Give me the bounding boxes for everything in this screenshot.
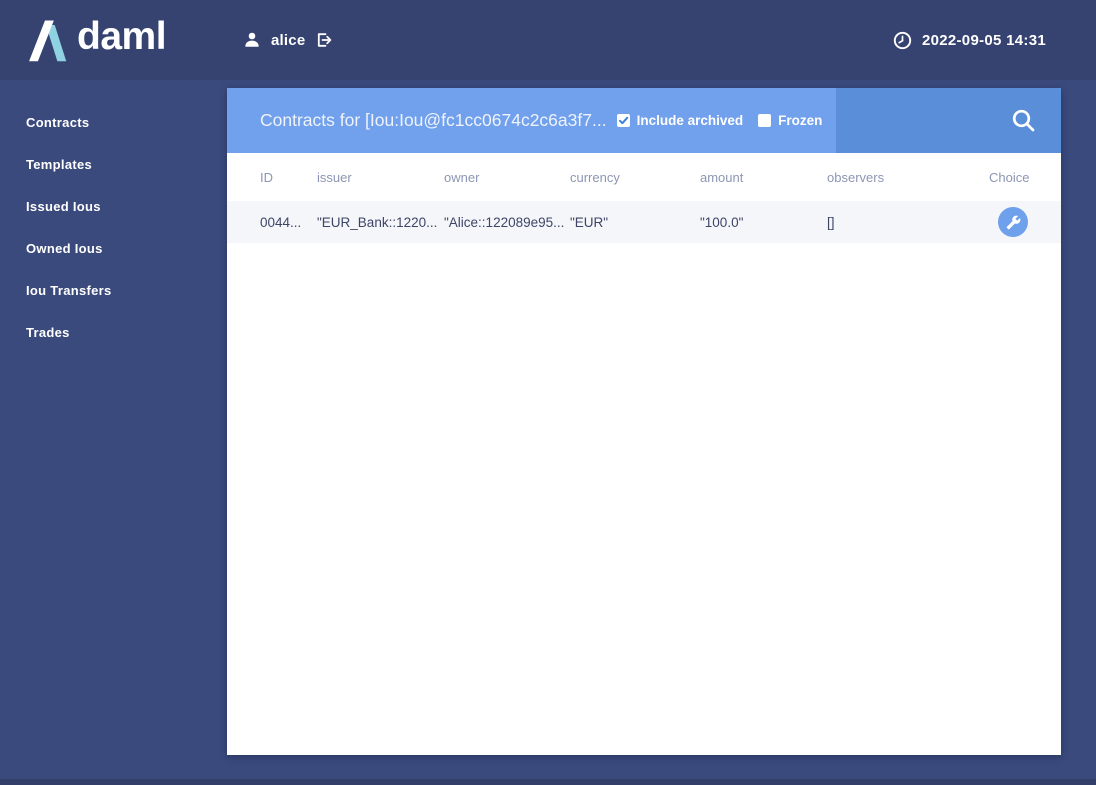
sign-out-icon — [318, 33, 332, 47]
sidebar-item-trades[interactable]: Trades — [0, 311, 227, 353]
column-header-choice: Choice — [989, 169, 1030, 185]
frozen-checkbox[interactable]: Frozen — [758, 113, 822, 128]
bottom-edge — [0, 779, 1096, 785]
logo-text: daml — [77, 15, 167, 58]
checkbox-checked-box[interactable] — [616, 114, 630, 127]
sidebar-item-iou-transfers[interactable]: Iou Transfers — [0, 269, 227, 311]
checkbox-unchecked-box[interactable] — [758, 114, 772, 127]
sidebar-item-owned-ious[interactable]: Owned Ious — [0, 227, 227, 269]
cell-issuer: "EUR_Bank::1220... — [317, 214, 438, 230]
daml-logo: daml — [22, 15, 227, 62]
topbar: daml alice 2022-09-05 14:31 — [0, 0, 1096, 80]
user-icon — [245, 32, 259, 47]
clock-icon — [893, 31, 912, 49]
contracts-table: ID issuer owner currency amount observer… — [227, 153, 1061, 243]
sidebar-item-label: Trades — [26, 324, 70, 340]
sidebar-item-label: Templates — [26, 156, 93, 172]
search-bar[interactable] — [836, 88, 1061, 153]
column-header-observers[interactable]: observers — [827, 170, 989, 185]
include-archived-label: Include archived — [636, 113, 744, 128]
sidebar: Contracts Templates Issued Ious Owned Io… — [0, 80, 227, 353]
sidebar-item-label: Owned Ious — [26, 240, 103, 256]
cell-amount: "100.0" — [700, 214, 744, 230]
column-header-id[interactable]: ID — [227, 170, 317, 185]
column-header-amount[interactable]: amount — [700, 170, 827, 185]
sidebar-item-label: Iou Transfers — [26, 282, 112, 298]
column-header-currency[interactable]: currency — [570, 170, 700, 185]
search-icon[interactable] — [1010, 107, 1037, 134]
contracts-header: Contracts for [Iou:Iou@fc1cc0674c2c6a3f7… — [227, 88, 1061, 153]
user-block: alice — [243, 31, 333, 49]
cell-choice — [989, 207, 1061, 237]
sidebar-item-issued-ious[interactable]: Issued Ious — [0, 185, 227, 227]
sidebar-item-templates[interactable]: Templates — [0, 143, 227, 185]
cell-owner: "Alice::122089e95... — [444, 214, 565, 230]
cell-currency: "EUR" — [570, 214, 609, 230]
page-title: Contracts for [Iou:Iou@fc1cc0674c2c6a3f7… — [260, 110, 607, 130]
column-header-issuer[interactable]: issuer — [317, 170, 444, 185]
column-header-owner[interactable]: owner — [444, 170, 570, 185]
contracts-panel: Contracts for [Iou:Iou@fc1cc0674c2c6a3f7… — [227, 88, 1061, 755]
contract-row[interactable]: 0044... "EUR_Bank::1220... "Alice::12208… — [227, 201, 1061, 243]
sidebar-item-label: Issued Ious — [26, 198, 101, 214]
sidebar-item-label: Contracts — [26, 114, 90, 130]
cell-id: 0044... — [260, 214, 302, 230]
user-name: alice — [271, 31, 306, 49]
check-icon — [618, 116, 628, 125]
filter-options: Include archived Frozen — [616, 113, 822, 128]
ledger-time: 2022-09-05 14:31 — [893, 31, 1046, 50]
wrench-icon — [1006, 215, 1020, 229]
sidebar-item-contracts[interactable]: Contracts — [0, 101, 227, 143]
cell-observers: [] — [827, 214, 835, 230]
logout-button[interactable] — [315, 31, 333, 49]
include-archived-checkbox[interactable]: Include archived — [616, 113, 744, 128]
daml-logo-icon — [29, 20, 67, 62]
timestamp: 2022-09-05 14:31 — [921, 31, 1046, 49]
choice-button[interactable] — [998, 207, 1028, 237]
contracts-header-left: Contracts for [Iou:Iou@fc1cc0674c2c6a3f7… — [227, 88, 837, 153]
frozen-label: Frozen — [778, 113, 823, 128]
table-header-row: ID issuer owner currency amount observer… — [227, 153, 1061, 201]
